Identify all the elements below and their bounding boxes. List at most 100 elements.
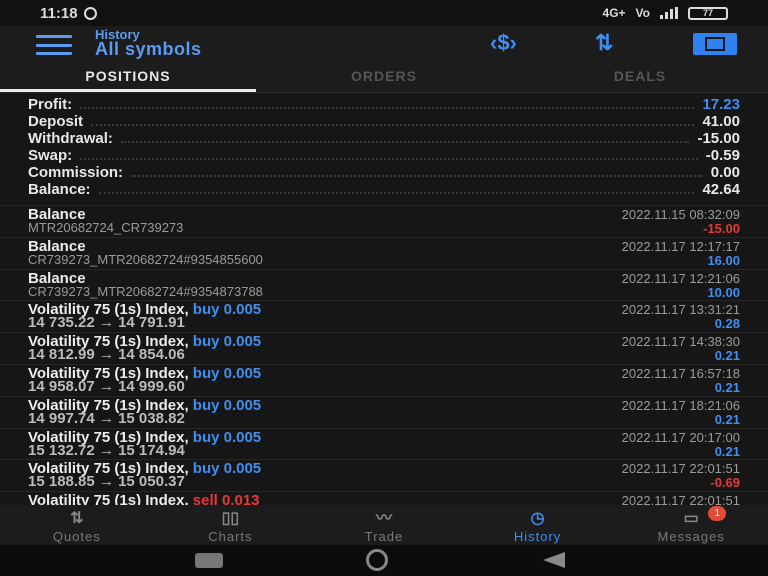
row-side: sell 0.013 bbox=[192, 492, 260, 505]
summary-label: Commission: bbox=[28, 164, 124, 181]
nav-label: Quotes bbox=[52, 529, 101, 544]
history-icon: ◷ bbox=[530, 510, 545, 527]
sort-icon[interactable]: ⇅ bbox=[595, 30, 613, 56]
bottom-navigation: ⇅ Quotes ▯▯ Charts 〰 Trade ◷ History ▭ 1… bbox=[0, 505, 768, 545]
app-header: History All symbols ‹$› ⇅ bbox=[0, 26, 768, 64]
row-side: buy 0.005 bbox=[192, 333, 262, 351]
row-prices: 15 132.72 → 15 174.94 bbox=[28, 441, 185, 459]
summary-value: 41.00 bbox=[702, 113, 740, 130]
nav-history[interactable]: ◷ History bbox=[461, 505, 615, 545]
row-amount: 0.21 bbox=[714, 411, 740, 427]
nav-label: History bbox=[513, 529, 562, 544]
battery-level: 77 bbox=[702, 8, 713, 18]
messages-icon: ▭ bbox=[683, 510, 699, 527]
history-row[interactable]: Volatility 75 (1s) Index, buy 0.005 14 8… bbox=[0, 332, 768, 364]
summary-row-commission: Commission: 0.00 bbox=[28, 164, 740, 181]
summary-row-deposit: Deposit 41.00 bbox=[28, 113, 740, 130]
recent-apps-icon[interactable] bbox=[195, 553, 223, 568]
row-amount: 0.21 bbox=[714, 348, 740, 364]
row-prices: 14 735.22 → 14 791.91 bbox=[28, 314, 185, 332]
battery-icon: 77 bbox=[688, 6, 728, 20]
summary-label: Withdrawal: bbox=[28, 130, 113, 147]
row-time: 2022.11.17 12:17:17 bbox=[621, 238, 740, 254]
unread-badge: 1 bbox=[708, 506, 727, 521]
row-amount: 10.00 bbox=[707, 284, 740, 300]
nav-messages[interactable]: ▭ 1 Messages bbox=[614, 505, 768, 545]
row-comment: CR739273_MTR20682724#9354855600 bbox=[28, 251, 263, 267]
row-prices: 15 188.85 → 15 050.37 bbox=[28, 473, 185, 491]
summary-label: Swap: bbox=[28, 147, 73, 164]
row-amount: 16.00 bbox=[707, 252, 740, 268]
summary-value: 42.64 bbox=[702, 181, 740, 198]
row-time: 2022.11.17 12:21:06 bbox=[621, 270, 740, 286]
row-side: buy 0.005 bbox=[192, 428, 262, 446]
history-row[interactable]: Balance CR739273_MTR20682724#9354873788 … bbox=[0, 268, 768, 301]
row-prices: 14 812.99 → 14 854.06 bbox=[28, 346, 185, 364]
currency-exchange-icon[interactable]: ‹$› bbox=[490, 30, 517, 56]
row-side: buy 0.005 bbox=[192, 460, 262, 478]
history-row[interactable]: Balance MTR20682724_CR739273 2022.11.15 … bbox=[0, 205, 768, 237]
summary-row-withdrawal: Withdrawal: -15.00 bbox=[28, 130, 740, 147]
trade-icon: 〰 bbox=[375, 510, 392, 527]
status-bar: 11:18 4G+ Vo 77 bbox=[0, 0, 768, 26]
row-time: 2022.11.17 18:21:06 bbox=[621, 397, 740, 413]
summary-value: 17.23 bbox=[702, 96, 740, 113]
row-comment: CR739273_MTR20682724#9354873788 bbox=[28, 283, 263, 299]
row-time: 2022.11.17 16:57:18 bbox=[621, 365, 740, 381]
network-type: 4G+ bbox=[602, 6, 626, 20]
quotes-icon: ⇅ bbox=[70, 510, 84, 527]
android-navigation-bar bbox=[0, 545, 768, 576]
history-row[interactable]: Volatility 75 (1s) Index, buy 0.005 15 1… bbox=[0, 427, 768, 460]
charts-icon: ▯▯ bbox=[221, 510, 240, 527]
history-row[interactable]: Volatility 75 (1s) Index, buy 0.005 14 9… bbox=[0, 363, 768, 396]
nav-label: Charts bbox=[208, 529, 253, 544]
tab-orders[interactable]: ORDERS bbox=[256, 64, 512, 92]
mt5-history-screen: 11:18 4G+ Vo 77 History All symbols ‹$› … bbox=[0, 0, 768, 576]
menu-icon[interactable] bbox=[36, 35, 72, 55]
row-amount: 0.28 bbox=[714, 316, 740, 332]
summary-value: -0.59 bbox=[705, 147, 740, 164]
row-amount: -15.00 bbox=[703, 221, 740, 236]
row-amount: -0.69 bbox=[710, 475, 740, 491]
history-row[interactable]: Volatility 75 (1s) Index, sell 0.013 202… bbox=[0, 491, 768, 505]
row-side: buy 0.005 bbox=[192, 364, 262, 382]
nav-quotes[interactable]: ⇅ Quotes bbox=[0, 505, 154, 545]
clock: 11:18 bbox=[40, 4, 78, 22]
tab-deals[interactable]: DEALS bbox=[512, 64, 768, 92]
history-list: Balance MTR20682724_CR739273 2022.11.15 … bbox=[0, 205, 768, 505]
nav-label: Messages bbox=[657, 529, 725, 544]
summary-value: -15.00 bbox=[697, 130, 740, 147]
summary-label: Deposit bbox=[28, 113, 84, 130]
home-icon[interactable] bbox=[366, 549, 388, 571]
back-icon[interactable] bbox=[543, 552, 565, 568]
row-time: 2022.11.17 22:01:51 bbox=[621, 461, 740, 477]
history-row[interactable]: Volatility 75 (1s) Index, buy 0.005 15 1… bbox=[0, 459, 768, 492]
summary-row-profit: Profit: 17.23 bbox=[28, 96, 740, 113]
summary-row-balance: Balance: 42.64 bbox=[28, 181, 740, 198]
volte-indicator: Vo bbox=[635, 6, 650, 20]
summary-value: 0.00 bbox=[710, 164, 740, 181]
row-time: 2022.11.17 14:38:30 bbox=[621, 334, 740, 350]
tab-positions[interactable]: POSITIONS bbox=[0, 64, 256, 92]
row-side: buy 0.005 bbox=[192, 301, 262, 319]
row-amount: 0.21 bbox=[714, 379, 740, 395]
signal-icon bbox=[660, 7, 678, 19]
row-amount: 0.21 bbox=[714, 443, 740, 459]
row-time: 2022.11.17 20:17:00 bbox=[621, 429, 740, 445]
nav-charts[interactable]: ▯▯ Charts bbox=[154, 505, 308, 545]
nav-trade[interactable]: 〰 Trade bbox=[307, 505, 461, 545]
calendar-icon[interactable] bbox=[693, 33, 737, 55]
row-symbol: Volatility 75 (1s) Index, bbox=[28, 492, 189, 505]
history-row[interactable]: Volatility 75 (1s) Index, buy 0.005 14 9… bbox=[0, 395, 768, 428]
alarm-icon bbox=[83, 6, 97, 20]
row-time: 2022.11.17 22:01:51 bbox=[621, 493, 740, 505]
row-prices: 14 958.07 → 14 999.60 bbox=[28, 377, 185, 395]
nav-label: Trade bbox=[364, 529, 404, 544]
symbol-filter-title[interactable]: All symbols bbox=[95, 39, 202, 60]
row-prices: 14 997.74 → 15 038.82 bbox=[28, 409, 185, 427]
history-row[interactable]: Volatility 75 (1s) Index, buy 0.005 14 7… bbox=[0, 300, 768, 333]
history-row[interactable]: Balance CR739273_MTR20682724#9354855600 … bbox=[0, 236, 768, 269]
summary-label: Balance: bbox=[28, 181, 91, 198]
summary-row-swap: Swap: -0.59 bbox=[28, 147, 740, 164]
row-title: Volatility 75 (1s) Index, sell 0.013 bbox=[28, 492, 260, 505]
